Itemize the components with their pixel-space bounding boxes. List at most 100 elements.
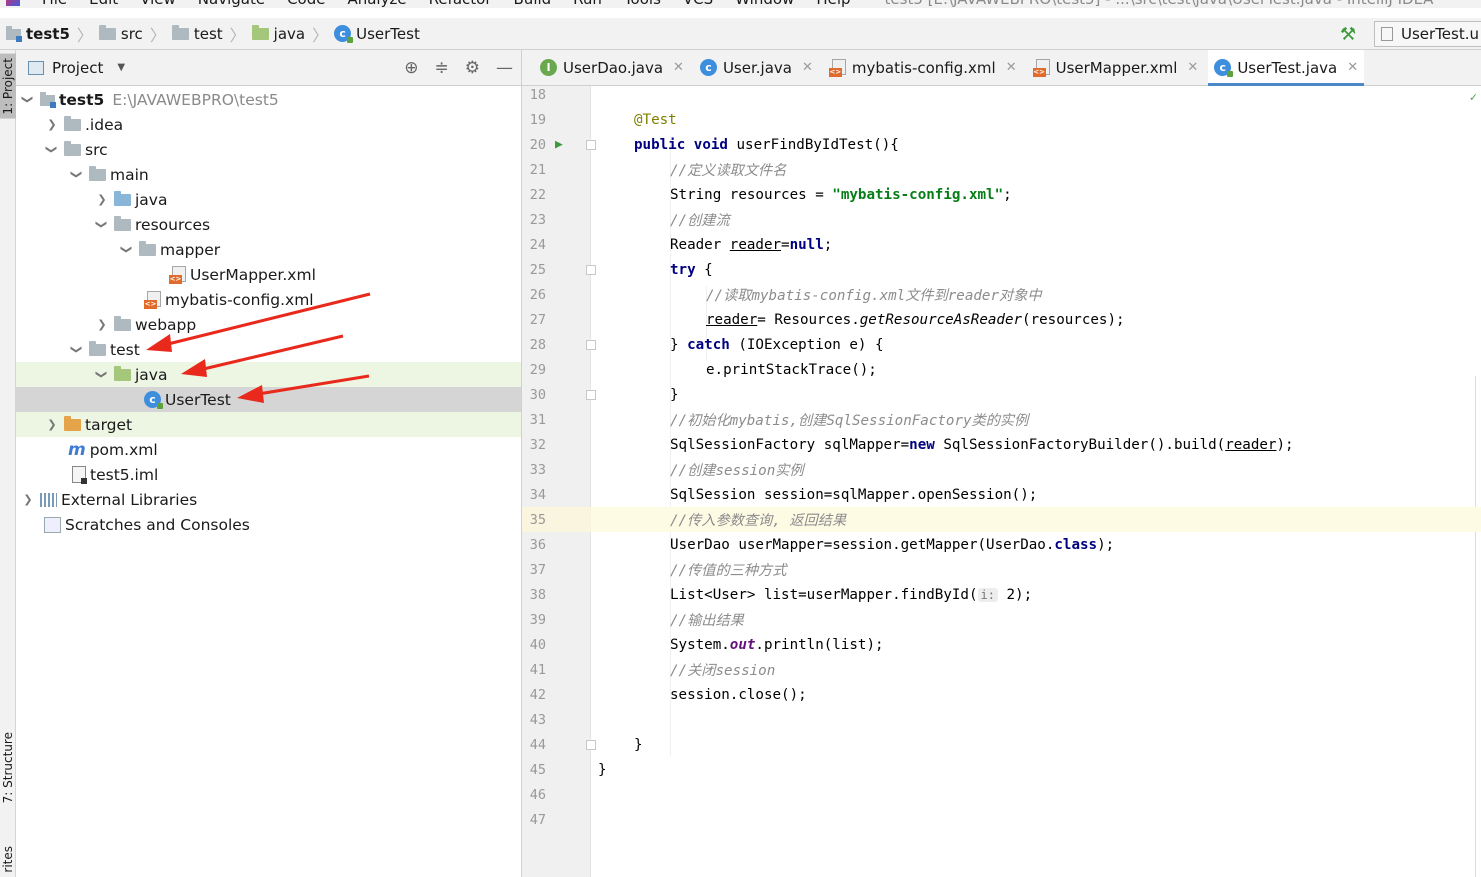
tree-label: Scratches and Consoles (65, 515, 250, 534)
run-configuration-selector[interactable]: UserTest.u (1374, 21, 1481, 47)
keyword-token: catch (687, 336, 730, 353)
expand-arrow-icon[interactable] (44, 418, 60, 431)
tree-label: .idea (85, 115, 124, 134)
tool-tab-favorites[interactable]: rites (0, 842, 16, 877)
tab-user-java[interactable]: c User.java ✕ (694, 50, 819, 85)
tree-item-target[interactable]: target (16, 412, 521, 437)
menu-help[interactable]: Help (816, 0, 850, 8)
expand-arrow-icon[interactable] (69, 168, 85, 181)
keyword-token: new (909, 436, 935, 453)
tab-mybatis-config-xml[interactable]: mybatis-config.xml ✕ (823, 50, 1023, 85)
menu-refactor[interactable]: Refactor (429, 0, 492, 8)
tree-item-test-java[interactable]: java (16, 362, 521, 387)
gear-icon[interactable]: ⚙ (465, 58, 480, 78)
expand-arrow-icon[interactable] (94, 193, 110, 206)
menu-vcs[interactable]: VCS (683, 0, 713, 8)
close-icon[interactable]: ✕ (1187, 60, 1198, 75)
build-hammer-icon[interactable]: ⚒ (1340, 24, 1356, 45)
tool-tab-structure[interactable]: 7: Structure (0, 728, 16, 807)
collapse-all-icon[interactable]: ≑ (435, 58, 449, 78)
java-class-icon: c (144, 391, 163, 409)
tree-item-mapper[interactable]: mapper (16, 237, 521, 262)
fold-marker-icon[interactable] (586, 265, 596, 275)
expand-arrow-icon[interactable] (94, 318, 110, 331)
line-number: 44 (529, 736, 546, 753)
chevron-right-icon: 〉 (76, 25, 93, 45)
menu-build[interactable]: Build (514, 0, 552, 8)
tree-item-usermapper-xml[interactable]: UserMapper.xml (16, 262, 521, 287)
tree-item-test5-iml[interactable]: test5.iml (16, 462, 521, 487)
run-test-icon[interactable]: ▶ (555, 137, 563, 152)
code-line-current: 35 //传入参数查询, 返回结果 (522, 507, 1481, 532)
fold-marker-icon[interactable] (586, 390, 596, 400)
locate-file-icon[interactable]: ⊕ (404, 58, 418, 78)
variable-token: reader (729, 236, 782, 253)
expand-arrow-icon[interactable] (20, 493, 36, 506)
menu-window[interactable]: Window (735, 0, 794, 8)
tree-label: test (110, 340, 140, 359)
expand-arrow-icon[interactable] (44, 118, 60, 131)
expand-arrow-icon[interactable] (69, 343, 85, 356)
menu-view[interactable]: View (140, 0, 176, 8)
code-line: 44 } (522, 732, 1481, 757)
breadcrumb-item-usertest[interactable]: c UserTest (334, 25, 420, 43)
keyword-token: try (670, 261, 696, 278)
expand-arrow-icon[interactable] (44, 143, 60, 156)
menu-tools[interactable]: Tools (624, 0, 661, 8)
code-token: = Resources. (757, 311, 860, 328)
tree-item-webapp[interactable]: webapp (16, 312, 521, 337)
tree-item-usertest[interactable]: c UserTest (16, 387, 521, 412)
breadcrumb-item-test[interactable]: test 〉 (171, 22, 246, 46)
menu-file[interactable]: File (42, 0, 67, 8)
expand-arrow-icon[interactable] (94, 368, 110, 381)
menu-analyze[interactable]: Analyze (347, 0, 406, 8)
tree-item-external-libraries[interactable]: External Libraries (16, 487, 521, 512)
close-icon[interactable]: ✕ (1347, 60, 1358, 75)
expand-arrow-icon[interactable] (94, 218, 110, 231)
code-token: userFindByIdTest(){ (736, 136, 899, 153)
menu-edit[interactable]: Edit (89, 0, 118, 8)
close-icon[interactable]: ✕ (1006, 60, 1017, 75)
line-number: 20 (529, 136, 546, 153)
code-token: SqlSessionFactory sqlMapper= (670, 436, 910, 453)
tree-item-scratches[interactable]: Scratches and Consoles (16, 512, 521, 537)
tab-usertest-java[interactable]: c UserTest.java ✕ (1208, 50, 1365, 86)
fold-marker-icon[interactable] (586, 740, 596, 750)
tree-item-mybatis-config-xml[interactable]: mybatis-config.xml (16, 287, 521, 312)
menu-navigate[interactable]: Navigate (198, 0, 265, 8)
tab-userdao-java[interactable]: I UserDao.java ✕ (534, 50, 690, 85)
breadcrumb-item-java[interactable]: java 〉 (251, 22, 328, 46)
folder-icon (89, 340, 106, 356)
menu-code[interactable]: Code (287, 0, 325, 8)
project-panel-title[interactable]: Project (52, 59, 103, 77)
tab-usermapper-xml[interactable]: UserMapper.xml ✕ (1027, 50, 1205, 85)
tool-tab-project[interactable]: 1: Project (0, 54, 16, 119)
comment-token: //初始化mybatis,创建SqlSessionFactory类的实例 (670, 412, 1029, 429)
code-editor[interactable]: ✓ 18 19 @Test 20 ▶ public void userFindB… (522, 86, 1481, 877)
breadcrumb-item-src[interactable]: src 〉 (98, 22, 166, 46)
tree-item-main[interactable]: main (16, 162, 521, 187)
fold-marker-icon[interactable] (586, 140, 596, 150)
tree-item-main-java[interactable]: java (16, 187, 521, 212)
tree-item-resources[interactable]: resources (16, 212, 521, 237)
menu-run[interactable]: Run (573, 0, 602, 8)
chevron-down-icon[interactable]: ▼ (117, 62, 125, 73)
tree-item-src[interactable]: src (16, 137, 521, 162)
close-icon[interactable]: ✕ (802, 60, 813, 75)
line-number: 30 (529, 386, 546, 403)
fold-marker-icon[interactable] (586, 340, 596, 350)
tree-item-test5[interactable]: test5 E:\JAVAWEBPRO\test5 (16, 87, 521, 112)
code-token: e.printStackTrace(); (706, 361, 877, 378)
code-token: UserDao userMapper=session.getMapper(Use… (670, 536, 1055, 553)
breadcrumb-item-test5[interactable]: test5 〉 (6, 22, 93, 46)
module-icon (6, 25, 22, 42)
breadcrumb-label: test (193, 24, 223, 43)
close-icon[interactable]: ✕ (673, 60, 684, 75)
code-token: = (781, 236, 790, 253)
tree-item-pom-xml[interactable]: m pom.xml (16, 437, 521, 462)
expand-arrow-icon[interactable] (20, 93, 36, 106)
tree-item-test[interactable]: test (16, 337, 521, 362)
hide-panel-icon[interactable]: — (496, 58, 513, 78)
expand-arrow-icon[interactable] (119, 243, 135, 256)
tree-item-idea[interactable]: .idea (16, 112, 521, 137)
